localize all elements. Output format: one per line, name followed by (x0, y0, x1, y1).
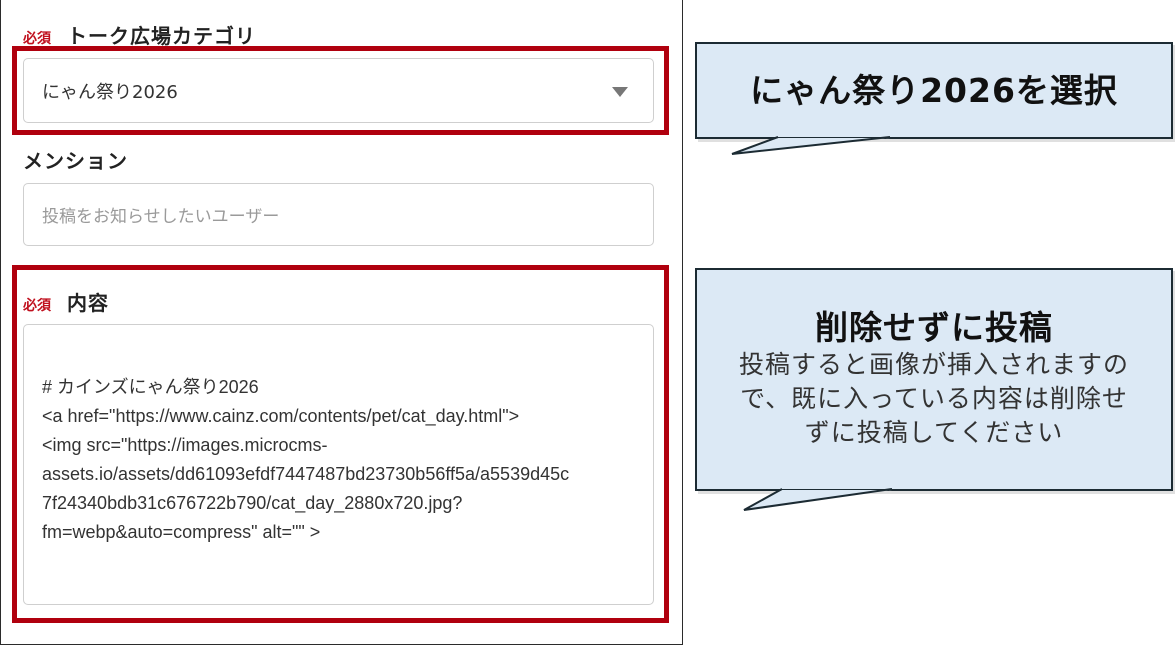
post-callout-line: ずに投稿してください (804, 418, 1064, 447)
select-callout: にゃん祭り2026を選択 (695, 42, 1173, 139)
post-callout-tail (743, 488, 893, 511)
post-callout-body: 投稿すると画像が挿入されますの で、既に入っている内容は削除せ ずに投稿してくだ… (697, 348, 1171, 450)
content-line: fm=webp&auto=compress" alt="" > (42, 522, 321, 542)
category-label: トーク広場カテゴリ (67, 24, 256, 48)
post-callout-line: で、既に入っている内容は削除せ (740, 384, 1128, 413)
content-line: assets.io/assets/dd61093efdf7447487bd237… (42, 464, 570, 484)
category-select-value: にゃん祭り2026 (42, 81, 178, 103)
content-label: 内容 (67, 291, 109, 315)
category-select[interactable]: にゃん祭り2026 (23, 58, 654, 123)
mention-placeholder: 投稿をお知らせしたいユーザー (42, 207, 280, 227)
content-label-row: 必須 内容 (23, 287, 109, 316)
content-line: <a href="https://www.cainz.com/contents/… (42, 406, 520, 426)
content-line: <img src="https://images.microcms- (42, 435, 328, 455)
chevron-down-icon (612, 87, 628, 97)
select-callout-title: にゃん祭り2026を選択 (750, 71, 1118, 110)
mention-label: メンション (23, 149, 128, 173)
post-form: 必須 トーク広場カテゴリ にゃん祭り2026 メンション 投稿をお知らせしたいユ… (0, 0, 683, 645)
content-line: # カインズにゃん祭り2026 (42, 377, 259, 397)
post-callout: 削除せずに投稿 投稿すると画像が挿入されますの で、既に入っている内容は削除せ … (695, 268, 1173, 491)
post-callout-line: 投稿すると画像が挿入されますの (738, 350, 1129, 379)
content-required-badge: 必須 (23, 298, 51, 314)
content-line: 7f24340bdb31c676722b790/cat_day_2880x720… (42, 493, 463, 513)
post-callout-title: 削除せずに投稿 (815, 308, 1053, 347)
select-callout-tail (731, 136, 891, 155)
mention-label-row: メンション (23, 145, 128, 174)
category-label-row: 必須 トーク広場カテゴリ (23, 20, 256, 49)
content-textarea[interactable]: # カインズにゃん祭り2026 <a href="https://www.cai… (23, 324, 654, 605)
mention-input[interactable]: 投稿をお知らせしたいユーザー (23, 183, 654, 246)
category-required-badge: 必須 (23, 31, 51, 47)
